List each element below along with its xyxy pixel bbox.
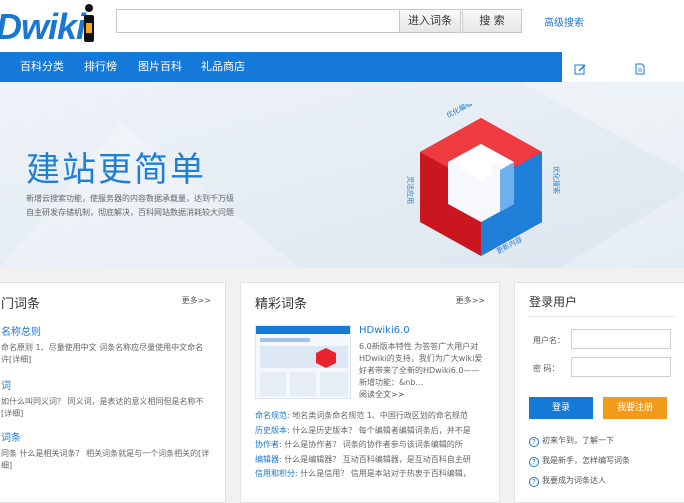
question-icon: ? <box>529 437 539 447</box>
read-more-link[interactable]: 阅读全文>> <box>359 389 404 400</box>
list-item: 名称总则 命名原则 1、尽量使用中文 词条名称应尽量使用中文命名 许[详细] <box>1 323 211 366</box>
term-link[interactable]: 信用和积分 <box>255 469 295 478</box>
featured-title-link[interactable]: HDwiki6.0 <box>359 325 410 336</box>
term-snippet: : 什么是编辑器？ 互动百科编辑器，是互动百科自主研 <box>279 454 471 464</box>
featured-terms-panel: 精彩词条 更多>> HDwiki6.0 6.0新版本特性 为答答广大用户对HDw… <box>240 282 500 503</box>
featured-list: 命名规范: 地名类词条命名规范 1、中国行政区划的命名规范 历史版本: 什么是历… <box>255 409 491 482</box>
term-title-link[interactable]: 词 <box>1 377 211 392</box>
banner-desc-line-1: 新增云搜索功能，使服务器的内容数据承载量，达到千万级 <box>26 194 234 203</box>
more-link[interactable]: 更多>> <box>182 295 211 306</box>
top-header: Dwiki 进入词条 搜 索 高级搜索 <box>0 0 684 52</box>
question-icon: ? <box>529 477 539 487</box>
password-field[interactable] <box>571 357 671 377</box>
password-label: 密 码： <box>533 364 560 373</box>
list-item: 历史版本: 什么是历史版本？ 每个编辑者编辑词条后，并不是 <box>255 424 491 439</box>
term-snippet: : 什么是协作者？ 词条的协作者参与该词条编辑的所 <box>279 440 463 449</box>
enter-entry-button[interactable]: 进入词条 <box>399 9 461 33</box>
cube-label-left: 灵活应用 <box>406 176 415 204</box>
term-link[interactable]: 协作者 <box>255 440 279 449</box>
hot-terms-panel: 门词条 更多>> 名称总则 命名原则 1、尽量使用中文 词条名称应尽量使用中文命… <box>0 282 226 503</box>
help-link[interactable]: ? 初来乍到，了解一下 <box>529 435 614 447</box>
advanced-search-link[interactable]: 高级搜索 <box>544 14 584 29</box>
cube-label-top: 优化编辑 <box>445 104 474 120</box>
help-link[interactable]: ? 我要成为词条达人 <box>529 475 606 487</box>
featured-thumbnail[interactable] <box>255 325 351 399</box>
thumbnail-screenshot-icon <box>256 326 350 398</box>
banner-desc-line-2: 自主研发存储机制，彻底解决，百科网站数据消耗较大问题 <box>26 208 234 217</box>
question-icon: ? <box>529 457 539 467</box>
banner-description: 新增云搜索功能，使服务器的内容数据承载量，达到千万级 自主研发存储机制，彻底解决… <box>26 192 266 220</box>
panel-title: 门词条 <box>1 297 41 312</box>
term-link[interactable]: 编辑器 <box>255 455 279 464</box>
help-link[interactable]: ? 我是新手，怎样编写词条 <box>529 455 630 467</box>
term-title-link[interactable]: 词条 <box>1 429 211 444</box>
term-description: 命名原则 1、尽量使用中文 词条名称应尽量使用中文命名 许[详细] <box>1 343 204 364</box>
list-item: 信用和积分: 什么是信用？ 信用是本站对于热衷于百科编辑， <box>255 467 491 482</box>
term-snippet: : 地名类词条命名规范 1、中国行政区划的命名规范 <box>287 411 468 420</box>
panel-title: 登录用户 <box>529 295 578 309</box>
document-icon[interactable] <box>634 63 646 75</box>
nav-item-gift-shop[interactable]: 礼品商店 <box>201 52 245 82</box>
register-button[interactable]: 我要注册 <box>603 397 667 419</box>
term-link[interactable]: 历史版本 <box>255 426 287 435</box>
term-snippet: : 什么是信用？ 信用是本站对于热衷于百科编辑， <box>295 469 471 478</box>
term-description: 如什么叫同义词？ 同义词，是表达的意义相同但是名称不[详细] <box>1 397 204 418</box>
hero-banner: 建站更简单 新增云搜索功能，使服务器的内容数据承载量，达到千万级 自主研发存储机… <box>0 82 684 268</box>
login-button[interactable]: 登录 <box>529 397 593 419</box>
featured-description: 6.0新版本特性 为答答广大用户对HDwiki的支持，我们为广大wiki爱好者带… <box>359 342 483 387</box>
nav-item-categories[interactable]: 百科分类 <box>20 52 64 82</box>
term-snippet: : 什么是历史版本？ 每个编辑者编辑词条后，并不是 <box>287 425 471 435</box>
term-description: 同条 什么是相关词条？ 相关词条就是与一个词条相关的[详细] <box>1 449 210 470</box>
list-item: 词 如什么叫同义词？ 同义词，是表达的意义相同但是名称不[详细] <box>1 377 211 420</box>
list-item: 编辑器: 什么是编辑器？ 互动百科编辑器，是互动百科自主研 <box>255 453 491 468</box>
more-link[interactable]: 更多>> <box>456 295 485 306</box>
term-title-link[interactable]: 名称总则 <box>1 323 211 338</box>
help-link-label: 我是新手，怎样编写词条 <box>542 456 630 465</box>
login-panel: 登录用户 用户名： 密 码： 登录 我要注册 ? 初来乍到，了解一下 ? 我是新手，… <box>514 282 684 503</box>
hexagon-cube-icon: 优化编辑 灵活应用 优化搜索 更新内容 <box>406 104 561 256</box>
main-nav: 百科分类 排行榜 图片百科 礼品商店 <box>0 52 562 82</box>
edit-icon[interactable] <box>574 63 586 75</box>
banner-title: 建站更简单 <box>26 150 206 190</box>
username-label: 用户名： <box>533 336 565 345</box>
search-button[interactable]: 搜 索 <box>462 9 522 33</box>
logo-mark-icon <box>82 4 96 44</box>
page: Dwiki 进入词条 搜 索 高级搜索 百科分类 排行榜 图片百科 礼品商店 建… <box>0 0 684 503</box>
list-item: 词条 同条 什么是相关词条？ 相关词条就是与一个词条相关的[详细] <box>1 429 211 472</box>
username-field[interactable] <box>571 329 671 349</box>
logo[interactable]: Dwiki <box>0 6 86 48</box>
panel-title: 精彩词条 <box>255 297 308 312</box>
search-input[interactable] <box>116 9 400 33</box>
list-item: 命名规范: 地名类词条命名规范 1、中国行政区划的命名规范 <box>255 409 491 424</box>
help-link-label: 初来乍到，了解一下 <box>542 436 614 445</box>
help-link-label: 我要成为词条达人 <box>542 476 606 485</box>
list-item: 协作者: 什么是协作者？ 词条的协作者参与该词条编辑的所 <box>255 438 491 453</box>
divider <box>529 316 675 317</box>
term-link[interactable]: 命名规范 <box>255 411 287 420</box>
logo-text: Dwiki <box>0 6 86 47</box>
cube-label-right: 优化搜索 <box>552 166 561 194</box>
nav-item-image-wiki[interactable]: 图片百科 <box>138 52 182 82</box>
user-tools <box>562 52 684 84</box>
nav-item-rankings[interactable]: 排行榜 <box>84 52 117 82</box>
